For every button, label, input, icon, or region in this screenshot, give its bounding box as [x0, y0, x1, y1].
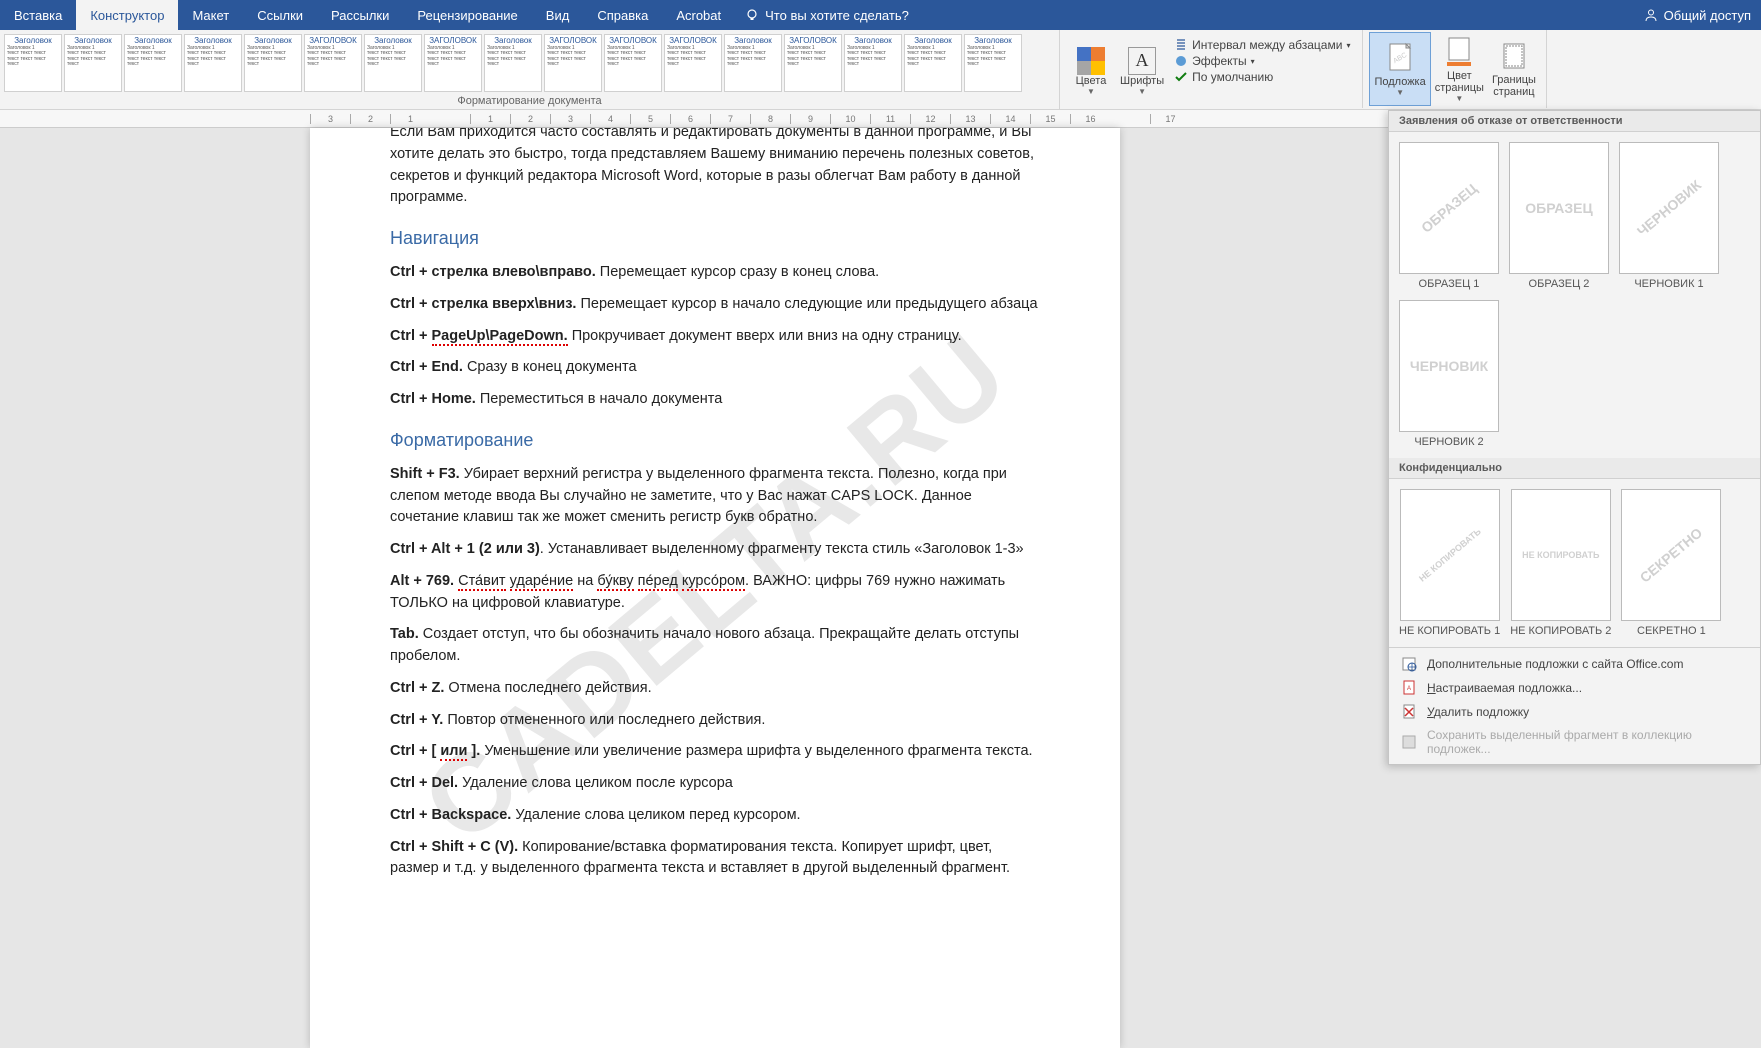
- style-thumb[interactable]: ЗаголовокЗаголовок 1текст текст текст те…: [64, 34, 122, 92]
- tab-5[interactable]: Рецензирование: [403, 0, 531, 30]
- colors-icon: [1077, 47, 1105, 75]
- custom-watermark-icon: A: [1401, 680, 1417, 696]
- style-thumb[interactable]: ЗАГОЛОВОКЗаголовок 1текст текст текст те…: [424, 34, 482, 92]
- paragraph-spacing-button[interactable]: Интервал между абзацами▾: [1174, 38, 1350, 52]
- remove-watermark[interactable]: Удалить подложку: [1389, 700, 1760, 724]
- watermark-preset[interactable]: НЕ КОПИРОВАТЬНЕ КОПИРОВАТЬ 1: [1399, 489, 1500, 637]
- more-watermarks-office[interactable]: Дополнительные подложки с сайта Office.c…: [1389, 652, 1760, 676]
- watermark-icon: ABC: [1384, 42, 1416, 74]
- style-thumb[interactable]: ЗаголовокЗаголовок 1текст текст текст те…: [244, 34, 302, 92]
- style-thumb[interactable]: ЗАГОЛОВОКЗаголовок 1текст текст текст те…: [544, 34, 602, 92]
- globe-icon: [1401, 656, 1417, 672]
- document-content[interactable]: Если Вам приходится часто составлять и р…: [390, 128, 1040, 880]
- style-thumb[interactable]: ЗаголовокЗаголовок 1текст текст текст те…: [4, 34, 62, 92]
- check-icon: [1174, 70, 1188, 84]
- effects-icon: [1174, 54, 1188, 68]
- watermark-button[interactable]: ABC Подложка ▼: [1369, 32, 1430, 106]
- page-color-button[interactable]: Цвет страницы▼: [1431, 32, 1488, 106]
- ribbon-tabs: ВставкаКонструкторМакетСсылкиРассылкиРец…: [0, 0, 1761, 30]
- remove-icon: [1401, 704, 1417, 720]
- tab-1[interactable]: Конструктор: [76, 0, 178, 30]
- style-thumb[interactable]: ЗаголовокЗаголовок 1текст текст текст те…: [724, 34, 782, 92]
- tell-me-search[interactable]: Что вы хотите сделать?: [745, 8, 909, 23]
- style-thumb[interactable]: ЗАГОЛОВОКЗаголовок 1текст текст текст те…: [664, 34, 722, 92]
- panel-section-disclaimer: Заявления об отказе от ответственности: [1389, 111, 1760, 132]
- fonts-icon: A: [1128, 47, 1156, 75]
- custom-watermark[interactable]: A Настраиваемая подложка...: [1389, 676, 1760, 700]
- share-button[interactable]: Общий доступ: [1644, 8, 1751, 23]
- style-thumb[interactable]: ЗаголовокЗаголовок 1текст текст текст те…: [844, 34, 902, 92]
- chevron-down-icon: ▼: [1455, 94, 1463, 103]
- page-borders-icon: [1498, 40, 1530, 72]
- style-thumb[interactable]: ЗаголовокЗаголовок 1текст текст текст те…: [184, 34, 242, 92]
- fonts-button[interactable]: A Шрифты ▼: [1116, 34, 1168, 108]
- tab-6[interactable]: Вид: [532, 0, 584, 30]
- style-thumb[interactable]: ЗаголовокЗаголовок 1текст текст текст те…: [364, 34, 422, 92]
- style-thumb[interactable]: ЗаголовокЗаголовок 1текст текст текст те…: [124, 34, 182, 92]
- heading-formatting: Форматирование: [390, 427, 1040, 454]
- watermark-preset[interactable]: ЧЕРНОВИКЧЕРНОВИК 1: [1619, 142, 1719, 290]
- style-thumb[interactable]: ЗаголовокЗаголовок 1текст текст текст те…: [904, 34, 962, 92]
- ribbon: ЗаголовокЗаголовок 1текст текст текст те…: [0, 30, 1761, 110]
- bulb-icon: [745, 8, 759, 22]
- chevron-down-icon: ▼: [1087, 87, 1095, 96]
- set-default-button[interactable]: По умолчанию: [1174, 70, 1350, 84]
- tab-3[interactable]: Ссылки: [243, 0, 317, 30]
- watermark-preset[interactable]: НЕ КОПИРОВАТЬНЕ КОПИРОВАТЬ 2: [1510, 489, 1611, 637]
- watermark-preset[interactable]: ЧЕРНОВИКЧЕРНОВИК 2: [1399, 300, 1499, 448]
- page-borders-button[interactable]: Границы страниц: [1488, 32, 1540, 106]
- chevron-down-icon: ▼: [1396, 88, 1404, 97]
- style-gallery[interactable]: ЗаголовокЗаголовок 1текст текст текст те…: [0, 30, 1059, 92]
- person-icon: [1644, 8, 1658, 22]
- style-thumb[interactable]: ЗаголовокЗаголовок 1текст текст текст те…: [964, 34, 1022, 92]
- document-page[interactable]: CADELTA.RU Если Вам приходится часто сос…: [310, 128, 1120, 1048]
- spacing-icon: [1174, 38, 1188, 52]
- watermark-dropdown-panel: Заявления об отказе от ответственности О…: [1388, 110, 1761, 765]
- save-icon: [1401, 734, 1417, 750]
- panel-section-confidential: Конфиденциально: [1389, 458, 1760, 479]
- heading-navigation: Навигация: [390, 225, 1040, 252]
- tab-4[interactable]: Рассылки: [317, 0, 403, 30]
- style-thumb[interactable]: ЗАГОЛОВОКЗаголовок 1текст текст текст те…: [604, 34, 662, 92]
- save-to-gallery: Сохранить выделенный фрагмент в коллекци…: [1389, 724, 1760, 760]
- tab-2[interactable]: Макет: [178, 0, 243, 30]
- svg-text:A: A: [1407, 686, 1411, 692]
- style-thumb[interactable]: ЗАГОЛОВОКЗаголовок 1текст текст текст те…: [784, 34, 842, 92]
- style-thumb[interactable]: ЗАГОЛОВОКЗаголовок 1текст текст текст те…: [304, 34, 362, 92]
- watermark-preset[interactable]: СЕКРЕТНОСЕКРЕТНО 1: [1621, 489, 1721, 637]
- watermark-preset[interactable]: ОБРАЗЕЦОБРАЗЕЦ 1: [1399, 142, 1499, 290]
- format-group-label: Форматирование документа: [457, 95, 601, 107]
- effects-button[interactable]: Эффекты▾: [1174, 54, 1350, 68]
- colors-button[interactable]: Цвета ▼: [1066, 34, 1116, 108]
- chevron-down-icon: ▼: [1138, 87, 1146, 96]
- tab-7[interactable]: Справка: [583, 0, 662, 30]
- page-color-icon: [1443, 36, 1475, 68]
- tab-0[interactable]: Вставка: [0, 0, 76, 30]
- workspace: 3211234567891011121314151617 CADELTA.RU …: [0, 110, 1761, 937]
- tab-8[interactable]: Acrobat: [662, 0, 735, 30]
- watermark-preset[interactable]: ОБРАЗЕЦОБРАЗЕЦ 2: [1509, 142, 1609, 290]
- style-thumb[interactable]: ЗаголовокЗаголовок 1текст текст текст те…: [484, 34, 542, 92]
